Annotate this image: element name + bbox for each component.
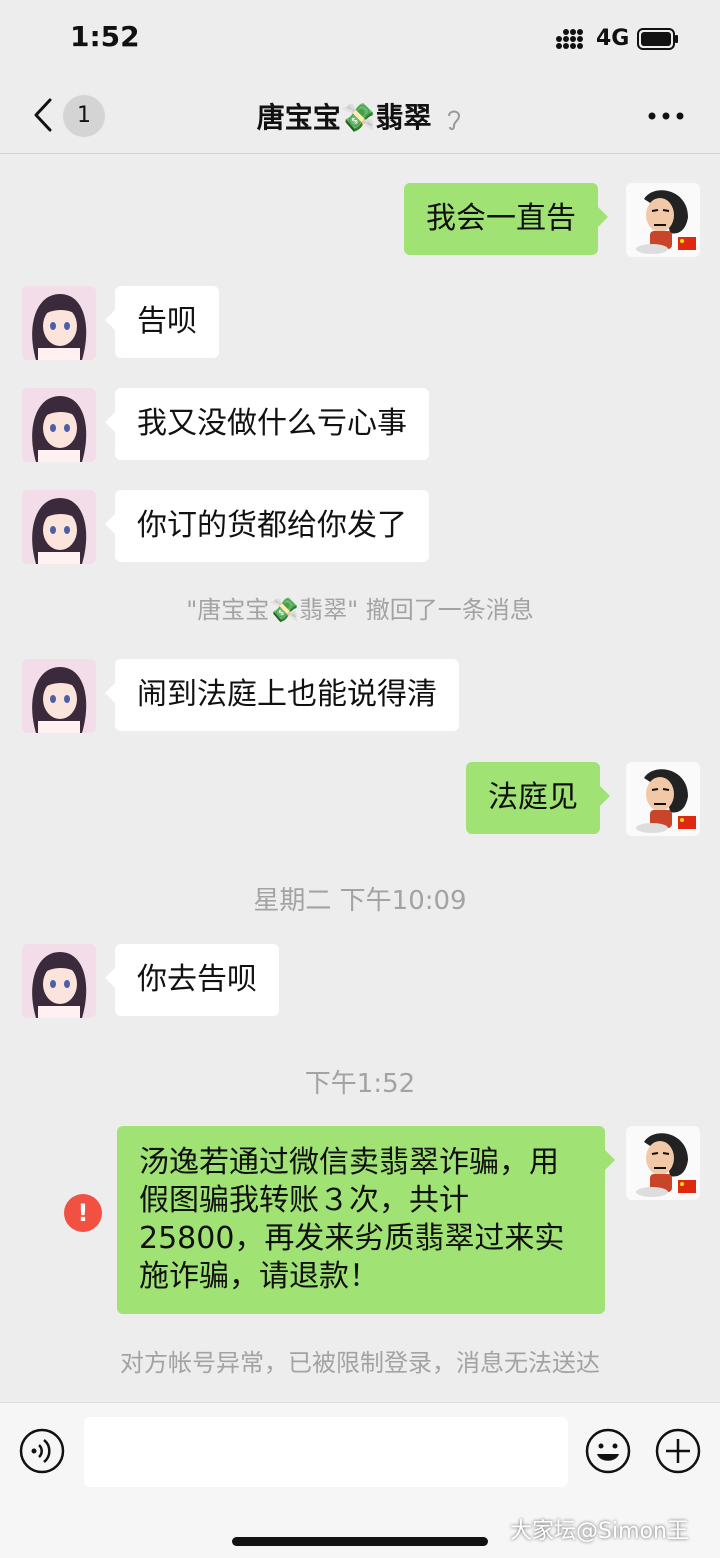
recall-notice: "唐宝宝💸翡翠" 撤回了一条消息: [186, 596, 534, 624]
more-options-icon[interactable]: [646, 108, 686, 124]
cartoon-avatar-icon: [626, 1126, 700, 1200]
message-bubble-incoming[interactable]: 闹到法庭上也能说得清: [105, 659, 459, 731]
my-avatar[interactable]: [626, 762, 700, 836]
home-indicator[interactable]: [232, 1537, 488, 1546]
anime-girl-avatar-icon: [22, 286, 96, 360]
anime-girl-avatar-icon: [22, 659, 96, 733]
message-bubble-incoming[interactable]: 告呗: [105, 286, 219, 358]
anime-girl-avatar-icon: [22, 388, 96, 462]
message-bubble-incoming[interactable]: 你订的货都给你发了: [105, 490, 429, 562]
my-avatar[interactable]: [626, 183, 700, 257]
anime-girl-avatar-icon: [22, 490, 96, 564]
contact-avatar[interactable]: [22, 490, 96, 564]
chat-title: 唐宝宝💸翡翠: [0, 96, 720, 136]
message-bubble-incoming[interactable]: 你去告呗: [105, 944, 279, 1016]
emoji-icon[interactable]: [584, 1427, 632, 1475]
my-avatar[interactable]: [626, 1126, 700, 1200]
voice-input-icon[interactable]: [18, 1427, 66, 1475]
input-bar: 大家坛@Simon王: [0, 1402, 720, 1558]
network-type: 4G: [596, 26, 630, 51]
contact-avatar[interactable]: [22, 388, 96, 462]
ear-mode-icon: [448, 110, 461, 131]
timestamp: 下午1:52: [304, 1069, 416, 1099]
status-bar: 1:52 4G: [0, 0, 720, 80]
message-bubble-outgoing[interactable]: 我会一直告: [404, 183, 608, 255]
timestamp: 星期二 下午10:09: [253, 886, 467, 916]
message-bubble-outgoing[interactable]: 法庭见: [466, 762, 610, 834]
message-input[interactable]: [84, 1417, 568, 1487]
watermark: 大家坛@Simon王: [510, 1519, 689, 1544]
anime-girl-avatar-icon: [22, 944, 96, 1018]
battery-icon: [637, 28, 678, 50]
signal-strength-icon: [556, 29, 583, 49]
contact-avatar[interactable]: [22, 659, 96, 733]
delivery-failed-notice: 对方帐号异常，已被限制登录，消息无法送达: [120, 1349, 600, 1377]
plus-more-icon[interactable]: [654, 1427, 702, 1475]
cartoon-avatar-icon: [626, 183, 700, 257]
message-bubble-outgoing[interactable]: 汤逸若通过微信卖翡翠诈骗，用假图骗我转账３次，共计25800，再发来劣质翡翠过来…: [117, 1126, 615, 1314]
send-failed-icon[interactable]: !: [64, 1194, 102, 1232]
contact-avatar[interactable]: [22, 944, 96, 1018]
status-time: 1:52: [70, 20, 140, 53]
contact-avatar[interactable]: [22, 286, 96, 360]
cartoon-avatar-icon: [626, 762, 700, 836]
message-bubble-incoming[interactable]: 我又没做什么亏心事: [105, 388, 429, 460]
chat-header: 1 唐宝宝💸翡翠: [0, 80, 720, 154]
contact-name: 唐宝宝💸翡翠: [256, 101, 432, 134]
